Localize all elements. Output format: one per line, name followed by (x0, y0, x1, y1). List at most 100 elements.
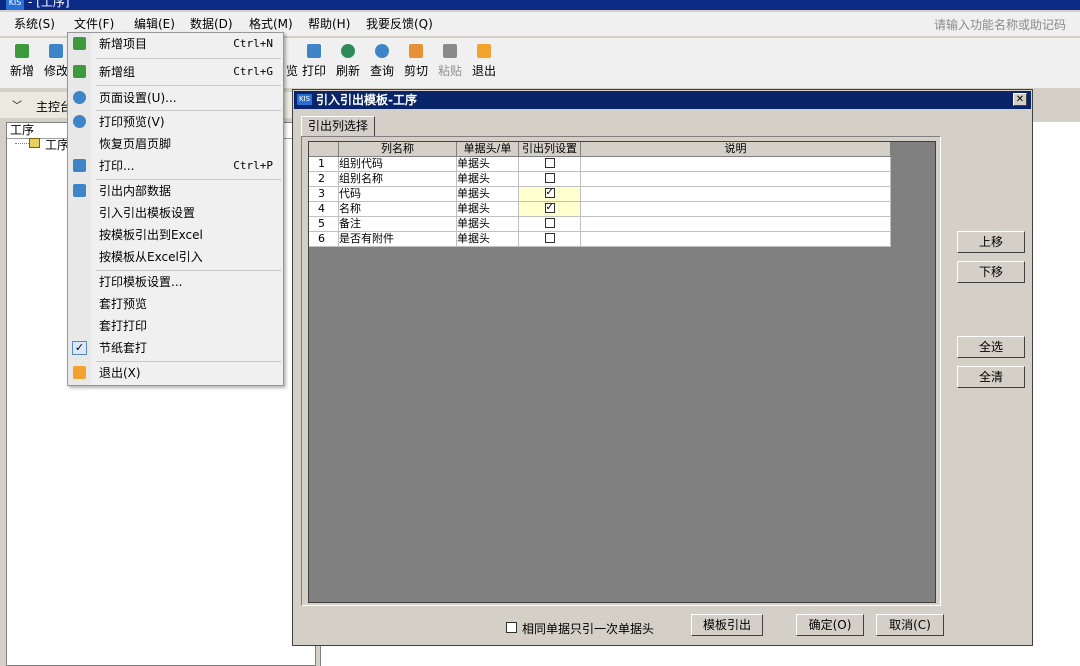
gear-icon (73, 91, 86, 104)
menu-item-overprint[interactable]: 套打打印 (68, 315, 283, 337)
cell-column-name[interactable]: 代码 (339, 187, 457, 202)
export-checkbox[interactable] (544, 173, 555, 183)
query-button[interactable]: 查询 (370, 44, 394, 79)
menu-system[interactable]: 系统(S) (14, 16, 55, 32)
menu-item-new-project[interactable]: 新增项目 Ctrl+N (68, 33, 283, 55)
cell-description[interactable] (581, 187, 891, 202)
menu-item-print[interactable]: 打印... Ctrl+P (68, 155, 283, 177)
menu-item-print-template[interactable]: 打印模板设置... (68, 271, 283, 293)
cell-description[interactable] (581, 172, 891, 187)
add-group-icon (73, 65, 86, 78)
menu-item-import-excel[interactable]: 按模板从Excel引入 (68, 246, 283, 268)
cell-bill-type[interactable]: 单据头 (457, 202, 519, 217)
edit-icon (49, 44, 63, 58)
move-down-button[interactable]: 下移 (957, 261, 1025, 283)
clear-all-button[interactable]: 全清 (957, 366, 1025, 388)
export-checkbox[interactable] (544, 233, 555, 243)
cell-export-setting[interactable] (519, 157, 581, 172)
exit-button[interactable]: 退出 (472, 44, 496, 79)
print-icon (307, 44, 321, 58)
move-up-button[interactable]: 上移 (957, 231, 1025, 253)
menu-item-page-setup[interactable]: 页面设置(U)... (68, 87, 283, 109)
column-grid: 列名称 单据头/单 引出列设置 说明 1 组别代码 单据头 2 组别名称 单据头 3 代码 单据… (308, 141, 936, 603)
cell-export-setting[interactable] (519, 232, 581, 247)
preview-button[interactable]: 预览 (286, 44, 298, 79)
template-dialog: KIS 引入引出模板-工序 ✕ 引出列选择 列名称 单据头/单 引出列设置 说明… (292, 89, 1033, 646)
scissors-icon (409, 44, 423, 58)
column-header-description[interactable]: 说明 (581, 142, 891, 157)
cell-bill-type[interactable]: 单据头 (457, 232, 519, 247)
menu-item-export-excel[interactable]: 按模板引出到Excel (68, 224, 283, 246)
app-logo-icon: KIS (6, 0, 24, 10)
close-icon[interactable]: ✕ (1013, 93, 1027, 106)
export-checkbox[interactable] (544, 158, 555, 168)
cell-column-name[interactable]: 组别代码 (339, 157, 457, 172)
template-export-button[interactable]: 模板引出 (691, 614, 763, 636)
cell-export-setting[interactable] (519, 172, 581, 187)
cell-column-name[interactable]: 是否有附件 (339, 232, 457, 247)
paste-button[interactable]: 粘贴 (438, 44, 462, 79)
search-input[interactable]: 请输入功能名称或助记码 (934, 16, 1066, 33)
cell-bill-type[interactable]: 单据头 (457, 187, 519, 202)
column-header-name[interactable]: 列名称 (339, 142, 457, 157)
menu-item-import-export-template[interactable]: 引入引出模板设置 (68, 202, 283, 224)
file-menu-dropdown: 新增项目 Ctrl+N 新增组 Ctrl+G 页面设置(U)... 打印预览(V) … (67, 32, 284, 386)
menu-item-overprint-preview[interactable]: 套打预览 (68, 293, 283, 315)
menu-item-print-preview[interactable]: 打印预览(V) (68, 111, 283, 133)
modify-button[interactable]: 修改 (44, 44, 68, 79)
cell-description[interactable] (581, 217, 891, 232)
window-title: - [工序] (28, 0, 70, 9)
select-all-button[interactable]: 全选 (957, 336, 1025, 358)
cut-button[interactable]: 剪切 (404, 44, 428, 79)
menu-help[interactable]: 帮助(H) (308, 16, 350, 32)
cancel-button[interactable]: 取消(C) (876, 614, 944, 636)
tab-export-columns[interactable]: 引出列选择 (301, 116, 375, 136)
same-bill-checkbox[interactable] (506, 622, 517, 633)
print-button[interactable]: 打印 (302, 44, 326, 79)
cell-description[interactable] (581, 157, 891, 172)
menu-file[interactable]: 文件(F) (74, 16, 114, 32)
tab-panel: 列名称 单据头/单 引出列设置 说明 1 组别代码 单据头 2 组别名称 单据头 3 代码 单据… (301, 136, 941, 606)
tree-node-root[interactable]: 工序 (45, 136, 69, 153)
menu-item-restore-header-footer[interactable]: 恢复页眉页脚 (68, 133, 283, 155)
cell-bill-type[interactable]: 单据头 (457, 217, 519, 232)
menu-data[interactable]: 数据(D) (190, 16, 233, 32)
add-icon (15, 44, 29, 58)
row-number: 4 (309, 202, 339, 217)
cell-column-name[interactable]: 名称 (339, 202, 457, 217)
paste-icon (443, 44, 457, 58)
cell-description[interactable] (581, 202, 891, 217)
menu-format[interactable]: 格式(M) (249, 16, 293, 32)
export-checkbox[interactable]: ✓ (544, 203, 555, 213)
ok-button[interactable]: 确定(O) (796, 614, 864, 636)
cell-description[interactable] (581, 232, 891, 247)
add-icon (73, 37, 86, 50)
cell-export-setting[interactable]: ✓ (519, 187, 581, 202)
menu-edit[interactable]: 编辑(E) (134, 16, 175, 32)
menu-item-export-internal[interactable]: 引出内部数据 (68, 180, 283, 202)
menu-feedback[interactable]: 我要反馈(Q) (366, 16, 433, 32)
export-checkbox[interactable] (544, 218, 555, 228)
app-title-bar: KIS - [工序] (0, 0, 1080, 10)
menu-item-new-group[interactable]: 新增组 Ctrl+G (68, 61, 283, 83)
cell-export-setting[interactable] (519, 217, 581, 232)
print-icon (73, 159, 86, 172)
refresh-button[interactable]: 刷新 (336, 44, 360, 79)
export-checkbox[interactable]: ✓ (544, 188, 555, 198)
cell-column-name[interactable]: 备注 (339, 217, 457, 232)
cell-bill-type[interactable]: 单据头 (457, 157, 519, 172)
exit-icon (73, 366, 86, 379)
column-header-export[interactable]: 引出列设置 (519, 142, 581, 157)
new-button[interactable]: 新增 (10, 44, 34, 79)
binoculars-icon (375, 44, 389, 58)
cell-column-name[interactable]: 组别名称 (339, 172, 457, 187)
menu-item-paper-saving[interactable]: ✓ 节纸套打 (68, 337, 283, 359)
cell-bill-type[interactable]: 单据头 (457, 172, 519, 187)
menu-item-exit[interactable]: 退出(X) (68, 362, 283, 384)
refresh-icon (341, 44, 355, 58)
row-number: 3 (309, 187, 339, 202)
column-header-type[interactable]: 单据头/单 (457, 142, 519, 157)
preview-icon (73, 115, 86, 128)
cell-export-setting[interactable]: ✓ (519, 202, 581, 217)
chevron-down-icon[interactable]: ﹀ (12, 97, 22, 112)
